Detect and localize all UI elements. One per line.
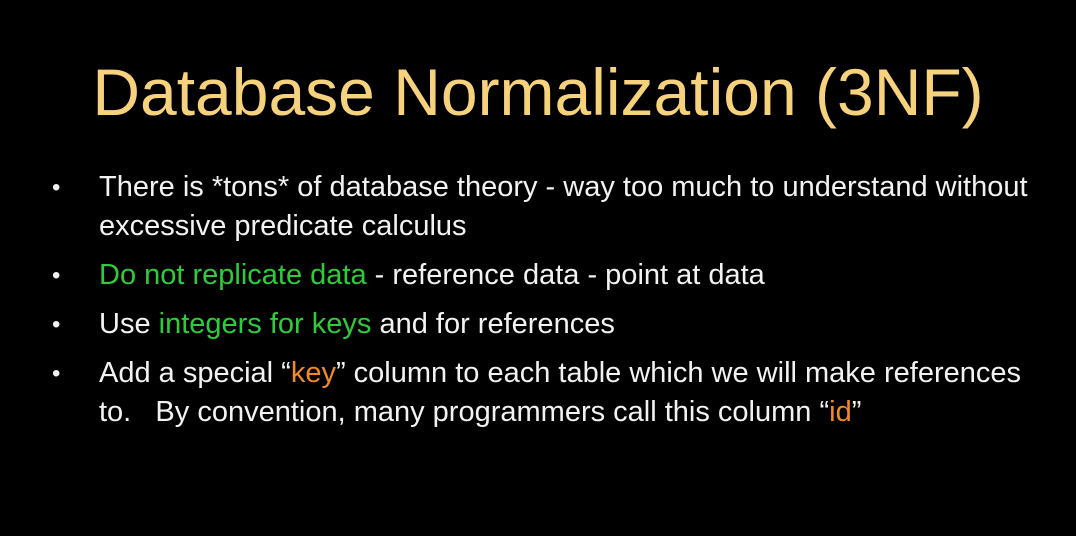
bullet-item-1: • There is *tons* of database theory - w… [52,168,1052,246]
bullet-keyword: key [290,357,336,389]
bullet-text: Add a special “ [99,357,291,389]
bullet-highlight: Do not replicate data [99,259,367,291]
bullet-text: ” [851,396,862,428]
bullet-text: and for references [371,308,615,340]
bullet-item-4: • Add a special “key” column to each tab… [52,354,1052,432]
bullet-icon: • [52,174,61,201]
bullet-icon: • [52,262,61,289]
bullet-item-2: • Do not replicate data - reference data… [52,256,1052,295]
bullet-text: There is *tons* of database theory - way… [99,171,1036,242]
slide-title: Database Normalization (3NF) [92,55,984,129]
bullet-text: Use [99,308,159,340]
bullet-text: - reference data - point at data [366,259,765,291]
bullet-keyword: id [829,396,852,428]
bullet-highlight: integers for keys [158,308,372,340]
bullet-item-3: • Use integers for keys and for referenc… [52,305,1052,344]
bullet-icon: • [52,360,61,387]
bullet-icon: • [52,311,61,338]
bullet-list: • There is *tons* of database theory - w… [52,168,1052,442]
slide: Database Normalization (3NF) • There is … [0,0,1076,536]
